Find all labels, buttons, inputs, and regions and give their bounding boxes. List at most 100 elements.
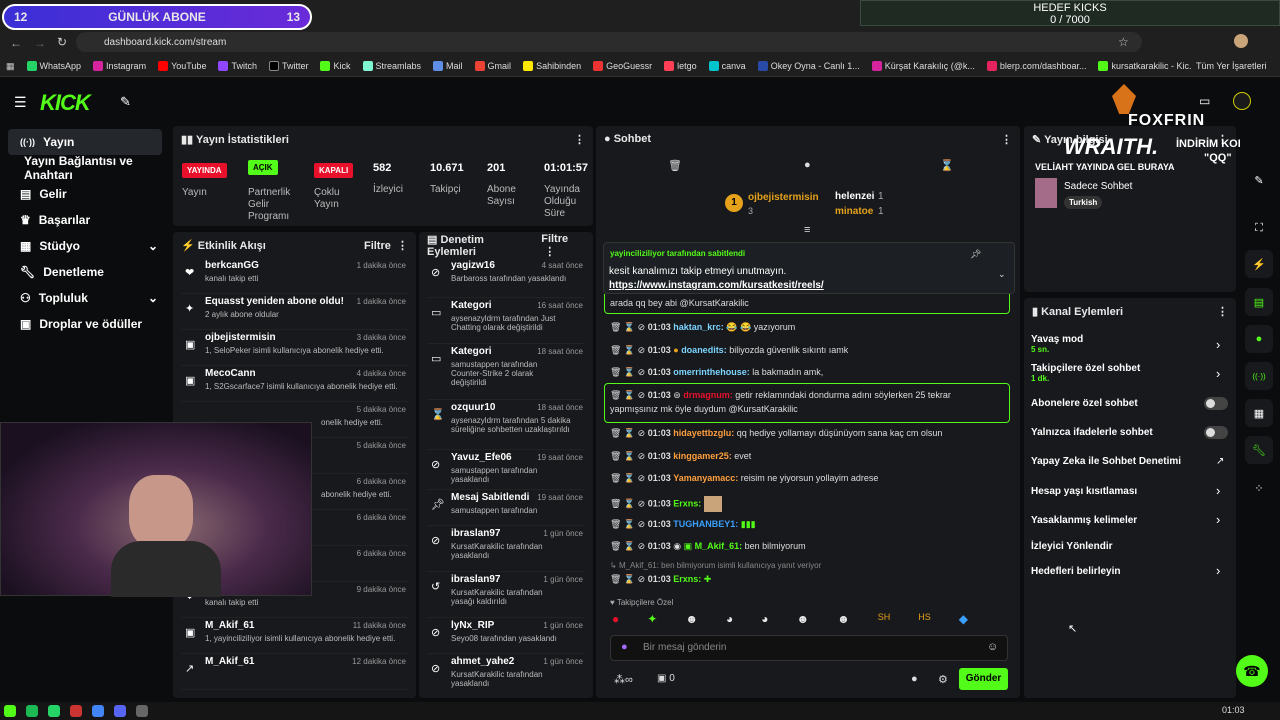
chevron-right-icon[interactable]: › bbox=[1216, 512, 1220, 527]
action-goals[interactable]: Hedefleri belirleyin bbox=[1031, 566, 1120, 577]
screen-icon[interactable]: ▭ bbox=[1199, 94, 1210, 108]
chevron-right-icon[interactable]: › bbox=[1216, 366, 1220, 381]
kick-logo[interactable]: KICK bbox=[40, 90, 91, 116]
sidebar-item-drops[interactable]: ▣ Droplar ve ödüller bbox=[8, 311, 162, 337]
unpin-icon[interactable]: 📌︎ bbox=[970, 249, 981, 260]
more-icon[interactable]: ⋮ bbox=[397, 240, 408, 252]
bolt-icon[interactable]: ⚡ bbox=[1245, 250, 1273, 278]
language-tag[interactable]: Turkish bbox=[1064, 196, 1103, 209]
fullscreen-icon[interactable]: ⛶ bbox=[1245, 214, 1273, 242]
action-account-age[interactable]: Hesap yaşı kısıtlaması bbox=[1031, 486, 1137, 497]
emote-icon[interactable]: ☻ bbox=[685, 612, 698, 626]
bookmark[interactable]: Mail bbox=[433, 61, 463, 71]
send-button[interactable]: Gönder bbox=[959, 668, 1008, 690]
bookmark[interactable]: Okey Oyna - Canlı 1... bbox=[757, 61, 860, 71]
bookmark[interactable]: GeoGuessr bbox=[593, 61, 652, 71]
trash-icon[interactable]: 🗑︎ bbox=[668, 159, 682, 172]
action-banned-words[interactable]: Yasaklanmış kelimeler bbox=[1031, 515, 1137, 526]
subs-only-toggle[interactable] bbox=[1204, 397, 1228, 410]
sidebar-item-achievements[interactable]: ♛ Başarılar bbox=[8, 207, 162, 233]
bookmark[interactable]: kursatkarakilic - Kic... bbox=[1098, 61, 1197, 71]
discord-icon[interactable] bbox=[114, 705, 126, 717]
emote-only-toggle[interactable] bbox=[1204, 426, 1228, 439]
bookmark[interactable]: Gmail bbox=[474, 61, 511, 71]
wrench-icon[interactable]: 🔧︎ bbox=[1245, 436, 1273, 464]
infinity-icon[interactable]: ⁂∞ bbox=[614, 673, 633, 686]
bookmark[interactable]: Kick bbox=[320, 61, 351, 71]
bookmark[interactable]: Twitch bbox=[218, 61, 257, 71]
whatsapp-icon[interactable] bbox=[48, 705, 60, 717]
emote-icon[interactable]: ◕ bbox=[761, 612, 768, 626]
url-bar[interactable]: dashboard.kick.com/stream bbox=[76, 32, 1142, 52]
chevron-right-icon[interactable]: › bbox=[1216, 337, 1220, 352]
reload-icon[interactable]: ↻ bbox=[57, 35, 67, 49]
all-bookmarks[interactable]: Tüm Yer İşaretleri bbox=[1192, 61, 1267, 71]
bookmark[interactable]: Streamlabs bbox=[362, 61, 421, 71]
more-icon[interactable]: ⋮ bbox=[574, 133, 585, 146]
emote-icon[interactable]: ● bbox=[612, 612, 619, 626]
list-icon[interactable]: ▤ bbox=[1245, 288, 1273, 316]
back-icon[interactable]: ← bbox=[10, 36, 22, 50]
action-ai-moderation[interactable]: Yapay Zeka ile Sohbet Denetimi bbox=[1031, 456, 1181, 467]
bookmark[interactable]: Instagram bbox=[93, 61, 146, 71]
more-icon[interactable]: ⋮ bbox=[1001, 133, 1012, 146]
bookmark[interactable]: Twitter bbox=[268, 61, 308, 71]
chat-icon[interactable]: ● bbox=[1245, 325, 1273, 353]
emote-icon[interactable]: HS bbox=[918, 612, 931, 626]
emote-icon[interactable]: ☻ bbox=[796, 612, 809, 626]
more-icon[interactable]: ⋮ bbox=[544, 246, 555, 258]
emote-icon[interactable]: ◆ bbox=[959, 612, 968, 626]
layout-icon[interactable]: ▦ bbox=[1245, 399, 1273, 427]
bookmark[interactable]: Sahibinden bbox=[523, 61, 581, 71]
bookmark[interactable]: blerp.com/dashboar... bbox=[986, 61, 1086, 71]
emoji-icon[interactable]: ☺ bbox=[987, 641, 998, 653]
sidebar-item-revenue[interactable]: ▤ Gelir bbox=[8, 181, 162, 207]
emote-icon[interactable]: ✦ bbox=[647, 612, 657, 626]
activity-filter-button[interactable]: Filtre bbox=[364, 240, 391, 252]
bookmark[interactable]: Kürşat Karakılıç (@k... bbox=[871, 61, 975, 71]
bookmark[interactable]: YouTube bbox=[158, 61, 206, 71]
sidebar-item-stream-key[interactable]: Yayın Bağlantısı ve Anahtarı bbox=[8, 154, 162, 182]
action-followers-only[interactable]: Takipçilere özel sohbet 1 dk. bbox=[1031, 363, 1140, 383]
sidebar-item-moderation[interactable]: 🔧︎ Denetleme bbox=[8, 259, 162, 285]
bookmark[interactable]: letgo bbox=[664, 61, 697, 71]
sidebar-item-community[interactable]: ⚇ Topluluk ⌄ bbox=[8, 285, 162, 311]
bookmark[interactable]: canva bbox=[708, 61, 746, 71]
external-link-icon[interactable]: ↗ bbox=[1216, 456, 1224, 467]
add-widget-icon[interactable]: ⁘ bbox=[1245, 474, 1273, 502]
gifter-name[interactable]: minatoe bbox=[835, 206, 873, 217]
chevron-right-icon[interactable]: › bbox=[1216, 483, 1220, 498]
chevron-down-icon[interactable]: ⌄ bbox=[998, 269, 1006, 280]
chat-settings-icon[interactable]: ● bbox=[911, 673, 918, 685]
gear-icon[interactable]: ⚙ bbox=[938, 673, 948, 686]
bookmark[interactable]: WhatsApp bbox=[26, 61, 81, 71]
chevron-right-icon[interactable]: › bbox=[1216, 563, 1220, 578]
mic-icon[interactable]: ● bbox=[621, 641, 628, 653]
broadcast-icon[interactable]: ((·)) bbox=[1245, 362, 1273, 390]
profile-avatar[interactable] bbox=[1234, 34, 1248, 48]
star-icon[interactable]: ☆ bbox=[1118, 35, 1129, 49]
sidebar-item-studio[interactable]: ▦ Stüdyo ⌄ bbox=[8, 233, 162, 259]
user-avatar[interactable] bbox=[1233, 92, 1251, 110]
pinned-link[interactable]: https://www.instagram.com/kursatkesit/re… bbox=[609, 280, 824, 291]
chrome-icon[interactable] bbox=[92, 705, 104, 717]
pin-icon[interactable]: ✎ bbox=[120, 94, 131, 110]
expand-icon[interactable]: ≡ bbox=[804, 224, 810, 236]
spotify-icon[interactable] bbox=[26, 705, 38, 717]
top-gifter-name[interactable]: ojbejistermisin bbox=[748, 192, 819, 203]
chat-bubble-icon[interactable]: ● bbox=[804, 159, 811, 171]
apps-icon[interactable]: ▦ bbox=[6, 61, 15, 72]
menu-icon[interactable]: ☰ bbox=[14, 94, 27, 111]
modlog-filter-button[interactable]: Filtre bbox=[541, 233, 568, 245]
action-raid[interactable]: İzleyici Yönlendir bbox=[1031, 541, 1113, 552]
support-button[interactable]: ☎ bbox=[1236, 655, 1268, 687]
gifter-name[interactable]: helenzei bbox=[835, 191, 874, 202]
emote-icon[interactable]: ☻ bbox=[837, 612, 850, 626]
more-icon[interactable]: ⋮ bbox=[1217, 305, 1228, 318]
forward-icon[interactable]: → bbox=[34, 36, 46, 50]
taskbar-app-icon[interactable] bbox=[70, 705, 82, 717]
emote-icon[interactable]: ◕ bbox=[726, 612, 733, 626]
category-name[interactable]: Sadece Sohbet bbox=[1064, 181, 1132, 192]
emote-icon[interactable]: SH bbox=[878, 612, 891, 626]
taskbar-app-icon[interactable] bbox=[4, 705, 16, 717]
